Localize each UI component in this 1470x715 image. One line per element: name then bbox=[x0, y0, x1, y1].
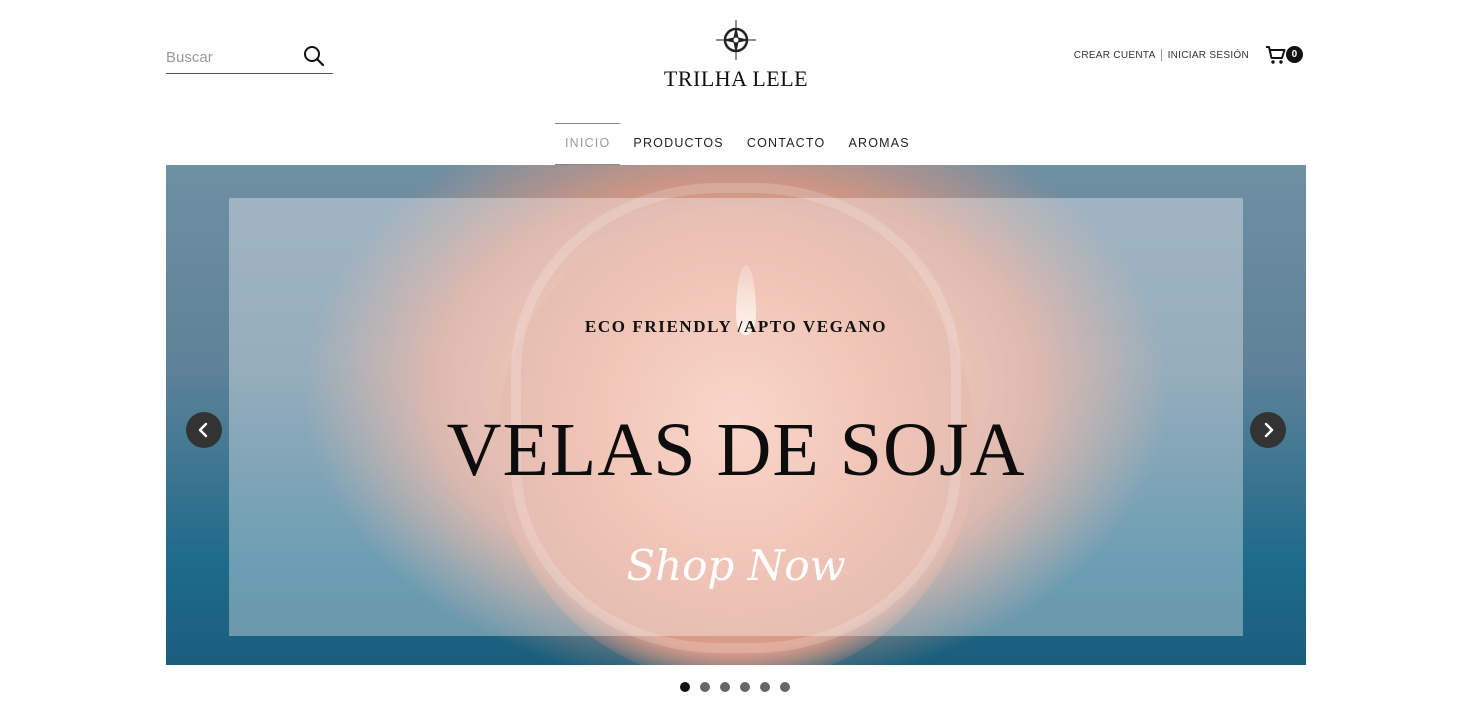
account-divider bbox=[1160, 49, 1162, 61]
brand-logo[interactable]: TRILHA LELE bbox=[650, 18, 822, 96]
nav-item-productos[interactable]: PRODUCTOS bbox=[623, 123, 733, 165]
main-nav: INICIO PRODUCTOS CONTACTO AROMAS bbox=[555, 123, 920, 165]
search-icon[interactable] bbox=[303, 45, 325, 67]
search-input[interactable] bbox=[166, 46, 296, 68]
slider-next-button[interactable] bbox=[1250, 412, 1286, 448]
search-box bbox=[166, 40, 333, 74]
cart-count-badge: 0 bbox=[1286, 46, 1303, 63]
brand-name: TRILHA LELE bbox=[663, 66, 809, 91]
compass-icon bbox=[716, 20, 756, 60]
hero-slider[interactable]: ECO FRIENDLY /APTO VEGANO VELAS DE SOJA … bbox=[166, 165, 1306, 665]
shop-now-link[interactable]: Shop Now bbox=[166, 541, 1306, 590]
nav-item-aromas[interactable]: AROMAS bbox=[838, 123, 919, 165]
account-links: CREAR CUENTA INICIAR SESIÓN 0 bbox=[1074, 44, 1303, 66]
chevron-left-icon bbox=[198, 422, 208, 438]
hero-title: VELAS DE SOJA bbox=[446, 408, 1026, 492]
nav-item-inicio[interactable]: INICIO bbox=[555, 123, 621, 165]
slider-dot[interactable] bbox=[780, 682, 790, 692]
chevron-right-icon bbox=[1264, 422, 1274, 438]
slider-dot[interactable] bbox=[700, 682, 710, 692]
slider-dot[interactable] bbox=[740, 682, 750, 692]
cart-button[interactable]: 0 bbox=[1265, 44, 1303, 66]
slider-pagination bbox=[680, 682, 800, 692]
slider-dot[interactable] bbox=[720, 682, 730, 692]
nav-item-contacto[interactable]: CONTACTO bbox=[737, 123, 836, 165]
create-account-link[interactable]: CREAR CUENTA bbox=[1074, 50, 1156, 61]
slider-prev-button[interactable] bbox=[186, 412, 222, 448]
login-link[interactable]: INICIAR SESIÓN bbox=[1168, 50, 1249, 61]
slider-dot[interactable] bbox=[680, 682, 690, 692]
cart-icon bbox=[1266, 46, 1286, 64]
hero-kicker: ECO FRIENDLY /APTO VEGANO bbox=[584, 317, 888, 336]
slider-dot[interactable] bbox=[760, 682, 770, 692]
